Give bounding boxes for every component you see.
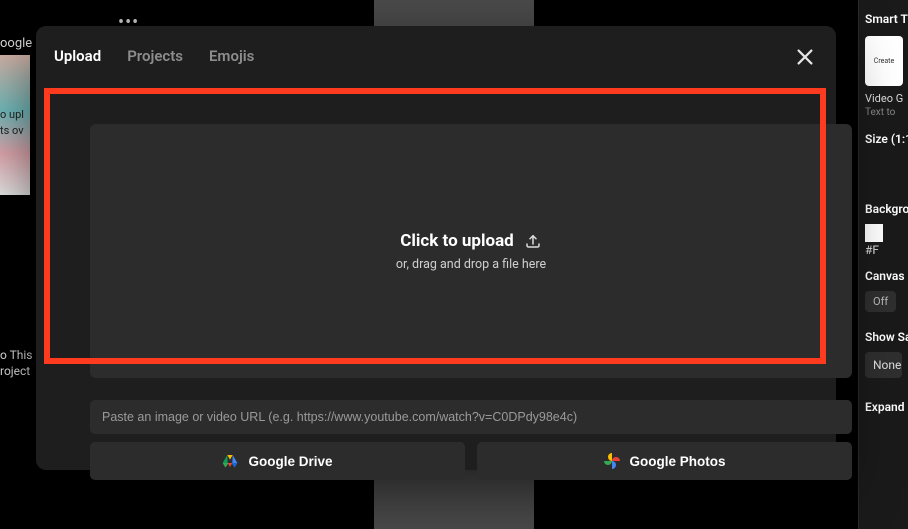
- upload-icon: [524, 232, 542, 250]
- close-icon[interactable]: [794, 46, 816, 68]
- google-photos-button[interactable]: Google Photos: [477, 442, 852, 480]
- tool-card[interactable]: Create: [865, 36, 903, 86]
- thumb-text-1: o upl: [0, 108, 24, 121]
- tool-card-label: Video G: [865, 92, 902, 105]
- size-label: Size (1:1: [865, 132, 902, 146]
- right-panel: Smart T Create Video G Text to Size (1:1…: [858, 0, 908, 529]
- canvas-toggle[interactable]: Off: [865, 291, 896, 312]
- color-swatch[interactable]: [865, 224, 883, 242]
- import-buttons-row: Google Drive Google Photos: [90, 442, 852, 480]
- color-value: #F: [865, 243, 879, 257]
- show-safe-select[interactable]: None: [865, 352, 902, 378]
- tool-card-sub: Text to: [865, 107, 902, 118]
- caption-line-2: roject: [0, 364, 30, 378]
- background-label: Backgro: [865, 202, 902, 216]
- tab-upload[interactable]: Upload: [54, 47, 101, 65]
- tab-emojis[interactable]: Emojis: [209, 47, 254, 65]
- upload-dropzone[interactable]: Click to upload or, drag and drop a file…: [90, 124, 852, 378]
- google-drive-icon: [222, 453, 238, 469]
- expand-label: Expand: [865, 400, 902, 414]
- caption-line-1: o This: [0, 348, 32, 362]
- google-drive-button[interactable]: Google Drive: [90, 442, 465, 480]
- smart-tools-heading: Smart T: [865, 12, 902, 26]
- dropzone-title: Click to upload: [400, 231, 513, 251]
- thumb-text-2: ts ov: [0, 124, 24, 137]
- show-safe-label: Show Sa: [865, 330, 902, 344]
- url-input[interactable]: [90, 400, 852, 434]
- google-photos-label: Google Photos: [630, 454, 726, 469]
- canvas-label: Canvas: [865, 269, 902, 283]
- tab-projects[interactable]: Projects: [127, 47, 183, 65]
- upload-modal: Upload Projects Emojis Click to upload o…: [36, 26, 836, 470]
- google-photos-icon: [604, 453, 620, 469]
- google-drive-label: Google Drive: [248, 454, 332, 469]
- modal-tabs: Upload Projects Emojis: [54, 42, 818, 70]
- dropzone-subtitle: or, drag and drop a file here: [396, 257, 546, 272]
